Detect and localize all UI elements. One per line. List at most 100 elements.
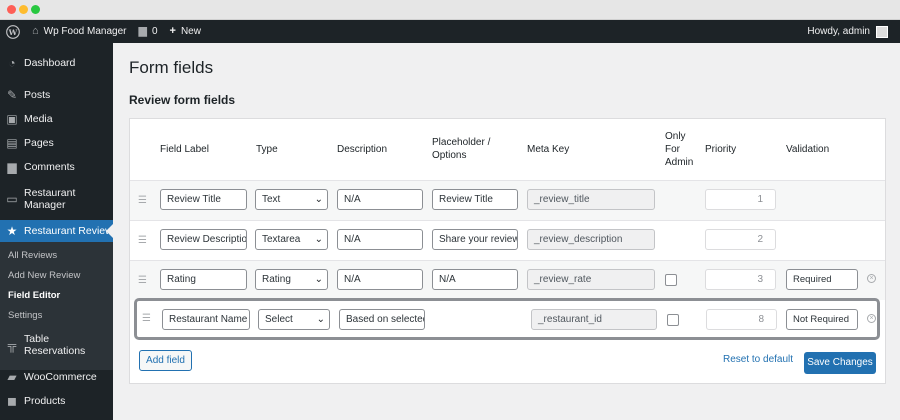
select-value: Rating bbox=[262, 274, 291, 285]
comments-count: 0 bbox=[151, 26, 158, 37]
field-type-select[interactable]: Text ⌄ bbox=[255, 189, 328, 210]
sidebar-item-label: Dashboard bbox=[24, 57, 76, 69]
close-window-button[interactable] bbox=[7, 5, 16, 14]
site-name-link[interactable]: ⌂ Wp Food Manager bbox=[26, 20, 132, 43]
sidebar-item-posts[interactable]: ✎ Posts bbox=[0, 88, 113, 102]
plus-icon: + bbox=[169, 25, 176, 37]
sidebar-item-dashboard[interactable]: ◔ Dashboard bbox=[0, 56, 113, 70]
meta-key-field: _review_rate bbox=[527, 269, 655, 290]
section-title: Review form fields bbox=[129, 93, 236, 107]
header-placeholder: Placeholder / Options bbox=[432, 137, 491, 161]
sidebar-item-woocommerce[interactable]: ▰ WooCommerce bbox=[0, 370, 113, 384]
add-field-button[interactable]: Add field bbox=[139, 350, 192, 371]
sidebar-item-label: Products bbox=[24, 395, 66, 407]
sidebar-item-pages[interactable]: ▤ Pages bbox=[0, 136, 113, 150]
field-type-select[interactable]: Select ⌄ bbox=[258, 309, 330, 330]
priority-input[interactable]: 8 bbox=[706, 309, 777, 330]
table-icon: ╦ bbox=[7, 338, 17, 352]
drag-handle-icon[interactable]: ☰ bbox=[142, 313, 151, 324]
restaurant-icon: ▭ bbox=[6, 192, 18, 206]
svg-text:W: W bbox=[8, 27, 18, 36]
account-menu[interactable]: Howdy, admin bbox=[801, 20, 894, 43]
drag-handle-icon[interactable]: ☰ bbox=[138, 275, 147, 286]
products-icon: ◼ bbox=[7, 394, 17, 408]
description-input[interactable]: N/A bbox=[337, 189, 423, 210]
sidebar-item-label: Media bbox=[24, 113, 53, 125]
placeholder-input[interactable]: Review Title bbox=[432, 189, 518, 210]
placeholder-input[interactable]: N/A bbox=[432, 269, 518, 290]
select-value: Textarea bbox=[262, 234, 301, 245]
header-field-label: Field Label bbox=[160, 144, 209, 155]
validation-select[interactable]: Required bbox=[786, 269, 858, 290]
sidebar-item-restaurant-manager[interactable]: ▭ Restaurant Manager bbox=[0, 186, 113, 212]
remove-field-icon[interactable]: × bbox=[867, 274, 876, 283]
howdy-text: Howdy, admin bbox=[807, 26, 870, 37]
sidebar-item-label: Posts bbox=[24, 89, 51, 101]
submenu-field-editor[interactable]: Field Editor bbox=[8, 290, 60, 301]
header-validation: Validation bbox=[786, 144, 830, 155]
description-input[interactable]: N/A bbox=[337, 269, 423, 290]
avatar bbox=[876, 25, 888, 38]
pin-icon: ✎ bbox=[6, 88, 18, 102]
header-description: Description bbox=[337, 144, 388, 155]
page-title: Form fields bbox=[129, 58, 214, 77]
header-type: Type bbox=[256, 144, 278, 155]
chevron-down-icon: ⌄ bbox=[314, 194, 323, 205]
sidebar-item-products[interactable]: ◼ Products bbox=[0, 394, 113, 408]
chevron-down-icon: ⌄ bbox=[314, 274, 323, 285]
only-for-admin-checkbox[interactable] bbox=[667, 314, 679, 326]
chevron-down-icon: ⌄ bbox=[314, 234, 323, 245]
validation-select[interactable]: Not Required bbox=[786, 309, 858, 330]
sidebar-item-comments[interactable]: ▆ Comments bbox=[0, 160, 113, 174]
chevron-down-icon: ⌄ bbox=[316, 314, 325, 325]
submenu-all-reviews[interactable]: All Reviews bbox=[8, 250, 57, 261]
field-label-input[interactable]: Review Description bbox=[160, 229, 247, 250]
sidebar-item-label: Restaurant Manager bbox=[24, 187, 76, 211]
save-changes-button[interactable]: Save Changes bbox=[804, 352, 876, 374]
new-label: New bbox=[180, 26, 201, 37]
submenu-add-new-review[interactable]: Add New Review bbox=[8, 270, 80, 281]
sidebar-item-media[interactable]: ▣ Media bbox=[0, 112, 113, 126]
priority-input[interactable]: 3 bbox=[705, 269, 776, 290]
window-chrome bbox=[0, 0, 900, 20]
sidebar-item-label: Comments bbox=[24, 161, 75, 173]
submenu-settings[interactable]: Settings bbox=[8, 310, 42, 321]
dashboard-icon: ◔ bbox=[8, 56, 16, 70]
description-input[interactable]: N/A bbox=[337, 229, 423, 250]
wordpress-logo-icon[interactable]: W bbox=[0, 20, 26, 43]
field-type-select[interactable]: Rating ⌄ bbox=[255, 269, 328, 290]
sidebar-item-table-reservations[interactable]: ╦ Table Reservations bbox=[0, 333, 113, 357]
field-label-input[interactable]: Rating bbox=[160, 269, 247, 290]
remove-field-icon[interactable]: × bbox=[867, 314, 876, 323]
comments-link[interactable]: ▆ 0 bbox=[132, 20, 163, 43]
home-icon: ⌂ bbox=[32, 25, 39, 37]
field-type-select[interactable]: Textarea ⌄ bbox=[255, 229, 328, 250]
minimize-window-button[interactable] bbox=[19, 5, 28, 14]
admin-sidebar: ◔ Dashboard ✎ Posts ▣ Media ▤ Pages ▆ Co… bbox=[0, 43, 113, 420]
woocommerce-icon: ▰ bbox=[7, 370, 17, 384]
sidebar-item-restaurant-review[interactable]: ★ Restaurant Review bbox=[0, 220, 113, 242]
star-icon: ★ bbox=[6, 224, 18, 238]
comment-bubble-icon: ▆ bbox=[138, 25, 147, 37]
site-name: Wp Food Manager bbox=[43, 26, 127, 37]
priority-input[interactable]: 1 bbox=[705, 189, 776, 210]
current-menu-arrow bbox=[106, 224, 113, 238]
reset-to-default-link[interactable]: Reset to default bbox=[723, 354, 793, 365]
admin-bar: W ⌂ Wp Food Manager ▆ 0 + New Howdy, adm… bbox=[0, 20, 900, 43]
only-for-admin-checkbox[interactable] bbox=[665, 274, 677, 286]
header-priority: Priority bbox=[705, 144, 737, 155]
media-icon: ▣ bbox=[6, 112, 18, 126]
meta-key-field: _review_description bbox=[527, 229, 655, 250]
field-label-input[interactable]: Review Title bbox=[160, 189, 247, 210]
priority-input[interactable]: 2 bbox=[705, 229, 776, 250]
drag-handle-icon[interactable]: ☰ bbox=[138, 195, 147, 206]
header-meta-key: Meta Key bbox=[527, 144, 570, 155]
sidebar-item-label: WooCommerce bbox=[24, 371, 97, 383]
placeholder-input[interactable]: Share your review bbox=[432, 229, 518, 250]
header-only-for-admin: Only For Admin bbox=[665, 131, 694, 168]
field-label-input[interactable]: Restaurant Name bbox=[162, 309, 250, 330]
new-content-link[interactable]: + New bbox=[164, 20, 207, 43]
description-input[interactable]: Based on selected bbox=[339, 309, 425, 330]
maximize-window-button[interactable] bbox=[31, 5, 40, 14]
drag-handle-icon[interactable]: ☰ bbox=[138, 235, 147, 246]
